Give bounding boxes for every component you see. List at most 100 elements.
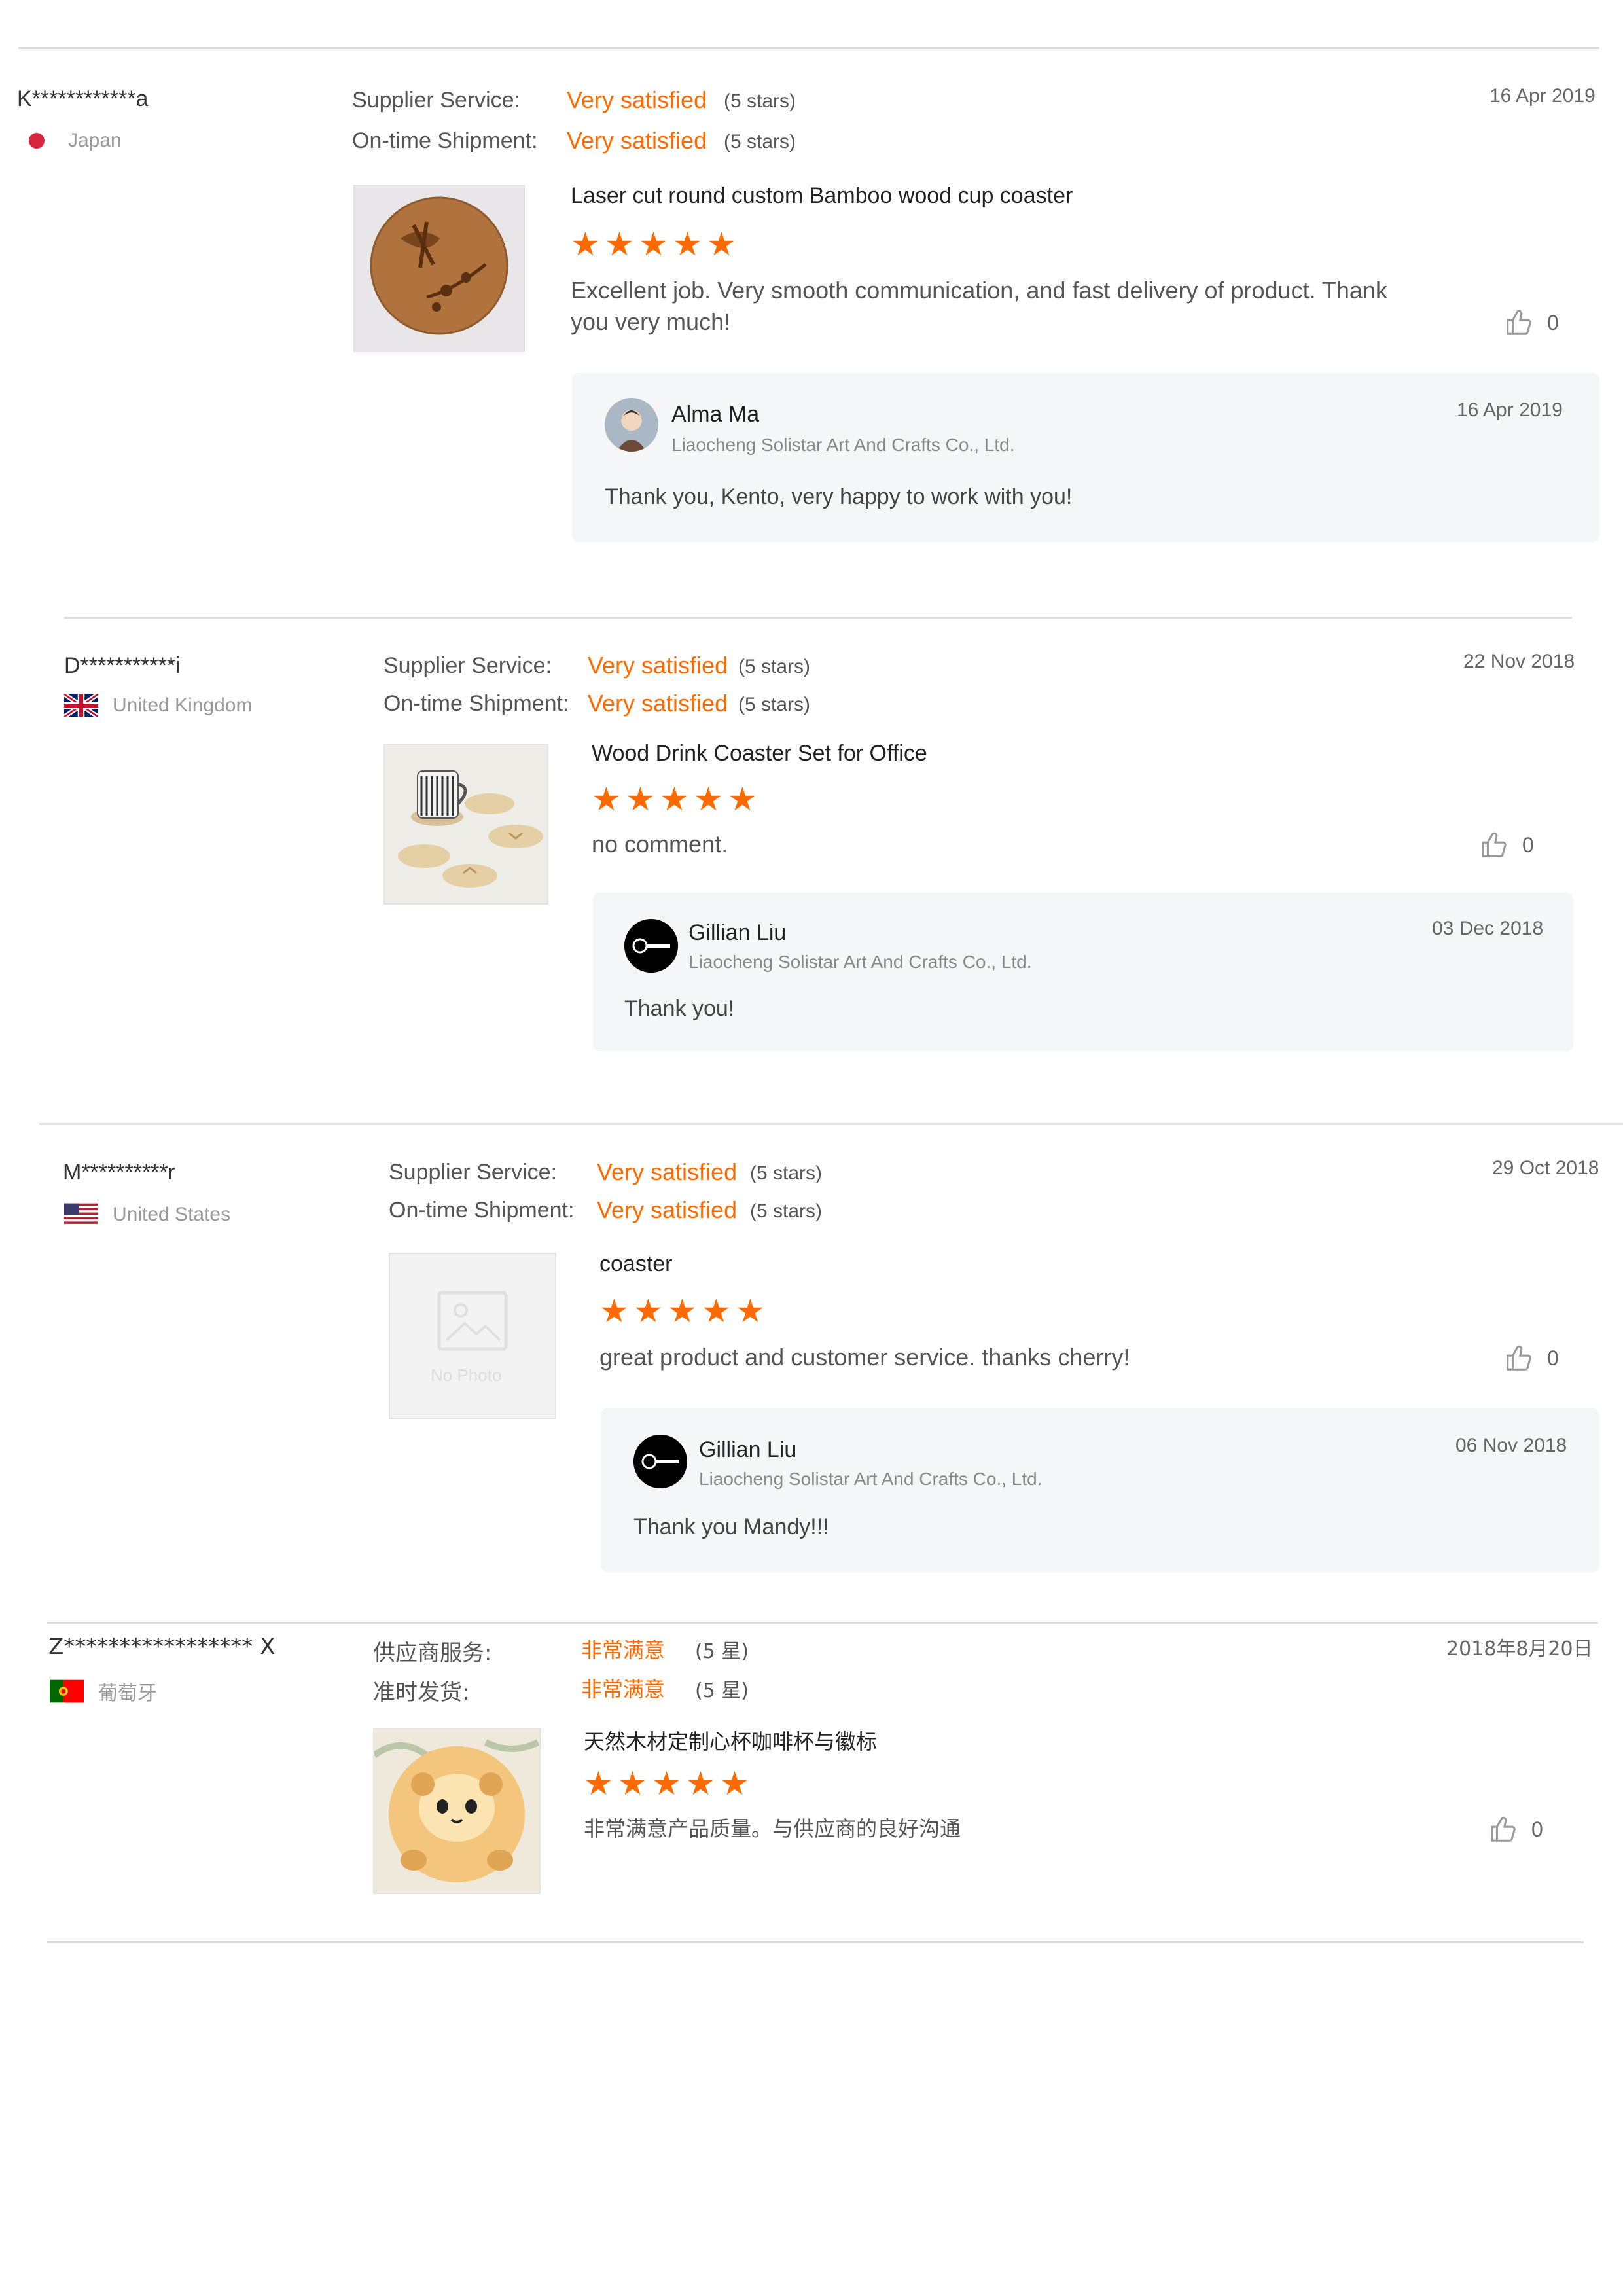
country-label: Japan (68, 130, 122, 151)
review-date: 2018年8月20日 (1446, 1638, 1593, 1660)
reply-date: 06 Nov 2018 (1455, 1435, 1567, 1456)
supplier-service-value: Very satisfied (567, 86, 707, 113)
shipment-stars: (5 星) (695, 1679, 749, 1702)
like-count: 0 (1547, 1346, 1559, 1370)
country-label: 葡萄牙 (98, 1682, 157, 1705)
divider (39, 1123, 1623, 1125)
reviewer-name: K************a (17, 86, 149, 111)
supplier-service-value: Very satisfied (588, 652, 728, 679)
replier-company: Liaocheng Solistar Art And Crafts Co., L… (699, 1469, 1043, 1489)
supplier-reply: Gillian Liu Liaocheng Solistar Art And C… (593, 893, 1573, 1051)
like-count: 0 (1531, 1817, 1543, 1841)
star-icon: ★ (584, 1765, 613, 1802)
like-button[interactable]: 0 (1488, 1814, 1543, 1844)
supplier-reply: Alma Ma Liaocheng Solistar Art And Craft… (572, 373, 1599, 542)
like-button[interactable]: 0 (1504, 308, 1559, 338)
reviewer-country: United States (64, 1203, 230, 1227)
review-comment: great product and customer service. than… (599, 1344, 1130, 1371)
image-placeholder-icon (437, 1291, 508, 1351)
reviewer-name: D***********i (64, 653, 181, 678)
supplier-service-value: 非常满意 (581, 1638, 666, 1662)
star-icon: ★ (652, 1765, 681, 1802)
uk-flag-icon (64, 694, 98, 717)
like-count: 0 (1522, 833, 1534, 857)
star-icon: ★ (599, 1293, 629, 1329)
replier-name: Gillian Liu (699, 1437, 797, 1462)
shipment-label: 准时发货: (373, 1679, 470, 1706)
supplier-service-label: Supplier Service: (389, 1160, 558, 1185)
shipment-stars: (5 stars) (750, 1200, 823, 1222)
shipment-label: On-time Shipment: (389, 1198, 575, 1223)
avatar (605, 398, 658, 452)
reply-text: Thank you Mandy!!! (633, 1515, 829, 1539)
supplier-service-label: Supplier Service: (383, 653, 552, 678)
product-title[interactable]: coaster (599, 1251, 673, 1277)
replier-company: Liaocheng Solistar Art And Crafts Co., L… (688, 952, 1032, 972)
review-date: 16 Apr 2019 (1489, 85, 1596, 107)
product-image[interactable] (353, 185, 525, 352)
review-date: 22 Nov 2018 (1463, 651, 1575, 672)
shipment-value: Very satisfied (597, 1196, 738, 1223)
reply-date: 03 Dec 2018 (1432, 918, 1544, 939)
star-icon: ★ (605, 226, 634, 262)
supplier-service-label: 供应商服务: (373, 1640, 492, 1666)
japan-flag-icon (29, 133, 45, 149)
reviewer-country: United Kingdom (64, 694, 252, 717)
country-label: United States (113, 1204, 231, 1225)
star-icon: ★ (626, 781, 655, 817)
star-icon: ★ (728, 781, 757, 817)
supplier-service-stars: (5 stars) (738, 656, 811, 677)
star-rating: ★ ★ ★ ★ ★ (599, 1293, 766, 1329)
shipment-value: Very satisfied (567, 127, 707, 154)
star-icon: ★ (618, 1765, 647, 1802)
supplier-service-stars: (5 星) (695, 1640, 749, 1663)
product-title[interactable]: 天然木材定制心杯咖啡杯与徽标 (584, 1725, 877, 1755)
reply-date: 16 Apr 2019 (1457, 399, 1563, 421)
like-button[interactable]: 0 (1504, 1343, 1559, 1373)
product-image[interactable] (383, 744, 548, 905)
star-icon: ★ (571, 226, 600, 262)
supplier-service-label: Supplier Service: (352, 88, 521, 113)
supplier-service-stars: (5 stars) (724, 90, 796, 112)
star-icon: ★ (720, 1765, 749, 1802)
supplier-service-value: Very satisfied (597, 1158, 738, 1185)
divider (18, 47, 1599, 49)
replier-company: Liaocheng Solistar Art And Crafts Co., L… (671, 435, 1015, 455)
like-count: 0 (1547, 310, 1559, 334)
star-rating: ★ ★ ★ ★ ★ (571, 226, 737, 262)
product-title[interactable]: Wood Drink Coaster Set for Office (592, 741, 927, 766)
star-rating: ★ ★ ★ ★ ★ (592, 781, 758, 817)
star-icon: ★ (633, 1293, 663, 1329)
thumbs-up-icon (1491, 1816, 1516, 1842)
supplier-service-stars: (5 stars) (750, 1162, 823, 1184)
product-image[interactable] (373, 1728, 541, 1894)
star-icon: ★ (660, 781, 689, 817)
divider (64, 617, 1572, 619)
reviewer-name: M**********r (63, 1160, 175, 1185)
supplier-reply: Gillian Liu Liaocheng Solistar Art And C… (601, 1408, 1599, 1572)
replier-name: Alma Ma (671, 402, 760, 427)
reply-text: Thank you! (624, 996, 735, 1021)
star-icon: ★ (686, 1765, 715, 1802)
review-comment: no comment. (592, 831, 728, 857)
thumbs-up-icon (1507, 310, 1531, 335)
product-image-placeholder[interactable]: No Photo (389, 1253, 556, 1419)
replier-name: Gillian Liu (688, 920, 787, 945)
shipment-value: Very satisfied (588, 690, 728, 717)
divider (47, 1941, 1584, 1943)
like-button[interactable]: 0 (1479, 830, 1534, 860)
star-icon: ★ (673, 226, 702, 262)
star-icon: ★ (592, 781, 621, 817)
thumbs-up-icon (1482, 832, 1507, 857)
reviewer-name: Z***************** X (48, 1634, 276, 1660)
reply-text: Thank you, Kento, very happy to work wit… (605, 484, 1073, 509)
product-title[interactable]: Laser cut round custom Bamboo wood cup c… (571, 183, 1073, 209)
shipment-stars: (5 stars) (738, 694, 811, 715)
no-photo-label: No Photo (431, 1365, 502, 1385)
star-icon: ★ (694, 781, 723, 817)
portugal-flag-icon (50, 1679, 84, 1703)
avatar (633, 1435, 687, 1488)
shipment-value: 非常满意 (581, 1677, 666, 1702)
thumbs-up-icon (1507, 1345, 1531, 1371)
avatar (624, 919, 678, 973)
